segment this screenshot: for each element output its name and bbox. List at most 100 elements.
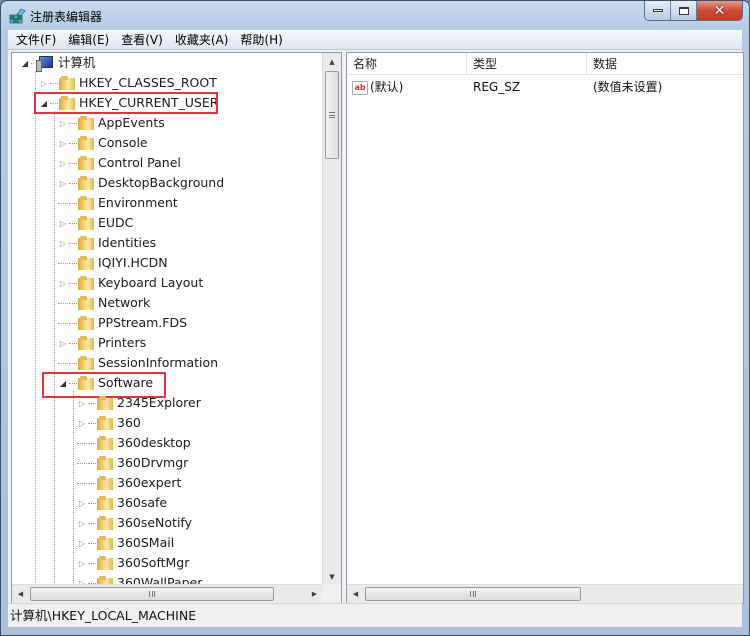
tree-node-label: Environment — [98, 195, 178, 210]
maximize-button[interactable] — [671, 1, 697, 20]
expand-arrow-icon[interactable]: ▷ — [39, 78, 49, 88]
tree-node[interactable]: ▷ 2345Explorer — [77, 393, 201, 413]
scroll-right-arrow-icon[interactable]: ▶ — [306, 585, 323, 603]
grip-icon — [329, 112, 335, 118]
tree-connector — [69, 342, 77, 344]
tree-node-label: 360SoftMgr — [117, 555, 190, 570]
expand-arrow-icon[interactable]: ▷ — [77, 398, 87, 408]
tree-node[interactable]: ▷ Identities — [58, 233, 156, 253]
expand-arrow-icon[interactable]: ▷ — [58, 158, 68, 168]
tree-node[interactable]: 360desktop — [77, 433, 191, 453]
menu-help[interactable]: 帮助(H) — [234, 30, 288, 50]
collapse-arrow-icon[interactable]: ◢ — [20, 58, 30, 68]
tree-node[interactable]: SessionInformation — [58, 353, 218, 373]
folder-icon — [78, 196, 94, 210]
tree-node[interactable]: ▷ AppEvents — [58, 113, 165, 133]
tree-node[interactable]: ▷ 360 — [77, 413, 141, 433]
tree-vertical-scroll-thumb[interactable] — [325, 71, 339, 159]
tree-node[interactable]: Environment — [58, 193, 178, 213]
tree-connector — [77, 462, 87, 464]
scroll-left-arrow-icon[interactable]: ◀ — [12, 585, 29, 603]
menu-file[interactable]: 文件(F) — [10, 30, 62, 50]
tree-node[interactable]: Network — [58, 293, 150, 313]
values-horizontal-scroll-thumb[interactable] — [365, 587, 581, 601]
tree-node[interactable]: ▷ EUDC — [58, 213, 133, 233]
menu-edit[interactable]: 编辑(E) — [62, 30, 115, 50]
scroll-down-arrow-icon[interactable]: ▼ — [323, 568, 341, 585]
tree-node[interactable]: 360expert — [77, 473, 181, 493]
expand-arrow-icon[interactable]: ▷ — [58, 138, 68, 148]
menu-bar: 文件(F) 编辑(E) 查看(V) 收藏夹(A) 帮助(H) — [8, 30, 742, 50]
column-header-type[interactable]: 类型 — [467, 53, 587, 75]
tree-node-label: 360Drvmgr — [117, 455, 189, 470]
title-bar[interactable]: 注册表编辑器 ✕ — [1, 1, 749, 29]
tree-connector — [58, 202, 68, 204]
expand-arrow-icon[interactable]: ▷ — [77, 538, 87, 548]
close-icon: ✕ — [713, 2, 726, 19]
minimize-button[interactable] — [645, 1, 671, 20]
tree-node-label: 计算机 — [58, 55, 96, 70]
registry-tree-pane: ◢ 计算机 ▷ HKEY_CLASSES_ROOT ◢ HKEY_CURRENT… — [11, 52, 342, 604]
tree-node[interactable]: ▷ Printers — [58, 333, 146, 353]
expand-arrow-icon[interactable]: ▷ — [58, 338, 68, 348]
expand-arrow-icon[interactable]: ▷ — [58, 218, 68, 228]
folder-icon — [78, 316, 94, 330]
expand-arrow-icon[interactable]: ▷ — [58, 178, 68, 188]
tree-node-label: EUDC — [98, 215, 134, 230]
tree-node[interactable]: ▷ Keyboard Layout — [58, 273, 203, 293]
folder-icon — [97, 516, 113, 530]
folder-icon — [78, 296, 94, 310]
tree-node-computer[interactable]: ◢ 计算机 — [20, 53, 96, 73]
tree-node[interactable]: IQIYI.HCDN — [58, 253, 168, 273]
tree-connector — [58, 262, 68, 264]
folder-icon — [78, 136, 94, 150]
tree-connector — [69, 222, 77, 224]
registry-editor-window: 注册表编辑器 ✕ 文件(F) 编辑(E) 查看(V) 收藏夹(A) 帮助(H) … — [0, 0, 750, 636]
client-area: ◢ 计算机 ▷ HKEY_CLASSES_ROOT ◢ HKEY_CURRENT… — [8, 50, 744, 627]
scroll-left-arrow-icon[interactable]: ◀ — [347, 585, 364, 603]
tree-node-label: Keyboard Layout — [98, 275, 204, 290]
tree-connector — [58, 302, 68, 304]
tree-node[interactable]: PPStream.FDS — [58, 313, 187, 333]
minimize-icon — [652, 9, 663, 12]
menu-favorites[interactable]: 收藏夹(A) — [169, 30, 235, 50]
tree-node[interactable]: ▷ 360SoftMgr — [77, 553, 189, 573]
scroll-up-arrow-icon[interactable]: ▲ — [323, 53, 341, 70]
values-horizontal-scrollbar[interactable]: ◀ — [347, 584, 743, 603]
tree-horizontal-scrollbar[interactable]: ◀ ▶ — [12, 584, 323, 603]
tree-horizontal-scroll-thumb[interactable] — [30, 587, 274, 601]
tree-node[interactable]: ▷ 360seNotify — [77, 513, 192, 533]
expand-arrow-icon[interactable]: ▷ — [77, 518, 87, 528]
folder-icon — [97, 496, 113, 510]
folder-icon — [78, 156, 94, 170]
scrollbar-corner — [322, 584, 341, 603]
expand-arrow-icon[interactable]: ▷ — [77, 498, 87, 508]
tree-node[interactable]: ▷ Control Panel — [58, 153, 181, 173]
registry-tree[interactable]: ◢ 计算机 ▷ HKEY_CLASSES_ROOT ◢ HKEY_CURRENT… — [12, 53, 323, 585]
menu-view[interactable]: 查看(V) — [115, 30, 169, 50]
tree-node[interactable]: ▷ DesktopBackground — [58, 173, 224, 193]
tree-node-hkey-classes-root[interactable]: ▷ HKEY_CLASSES_ROOT — [39, 73, 217, 93]
column-header-data[interactable]: 数据 — [587, 53, 743, 75]
expand-arrow-icon[interactable]: ▷ — [58, 238, 68, 248]
column-header-name[interactable]: 名称 — [347, 53, 467, 75]
folder-icon — [97, 456, 113, 470]
expand-arrow-icon[interactable]: ▷ — [58, 278, 68, 288]
expand-arrow-icon[interactable]: ▷ — [58, 118, 68, 128]
tree-connector — [58, 362, 68, 364]
tree-node[interactable]: 360Drvmgr — [77, 453, 188, 473]
tree-node[interactable]: ▷ Console — [58, 133, 148, 153]
expand-arrow-icon[interactable]: ▷ — [77, 418, 87, 428]
tree-node[interactable]: ▷ 360safe — [77, 493, 167, 513]
close-button[interactable]: ✕ — [697, 1, 742, 20]
tree-connector — [88, 442, 96, 444]
value-row[interactable]: ab (默认) REG_SZ (数值未设置) — [347, 77, 743, 97]
tree-connector — [50, 82, 58, 84]
tree-node[interactable]: ▷ 360SMail — [77, 533, 174, 553]
tree-node-label: Identities — [98, 235, 157, 250]
expand-arrow-icon[interactable]: ▷ — [77, 558, 87, 568]
tree-node-label: HKEY_CLASSES_ROOT — [79, 75, 217, 90]
tree-vertical-scrollbar[interactable]: ▲ ▼ — [322, 53, 341, 585]
tree-guide-line — [35, 105, 36, 585]
tree-node-label: IQIYI.HCDN — [98, 255, 168, 270]
